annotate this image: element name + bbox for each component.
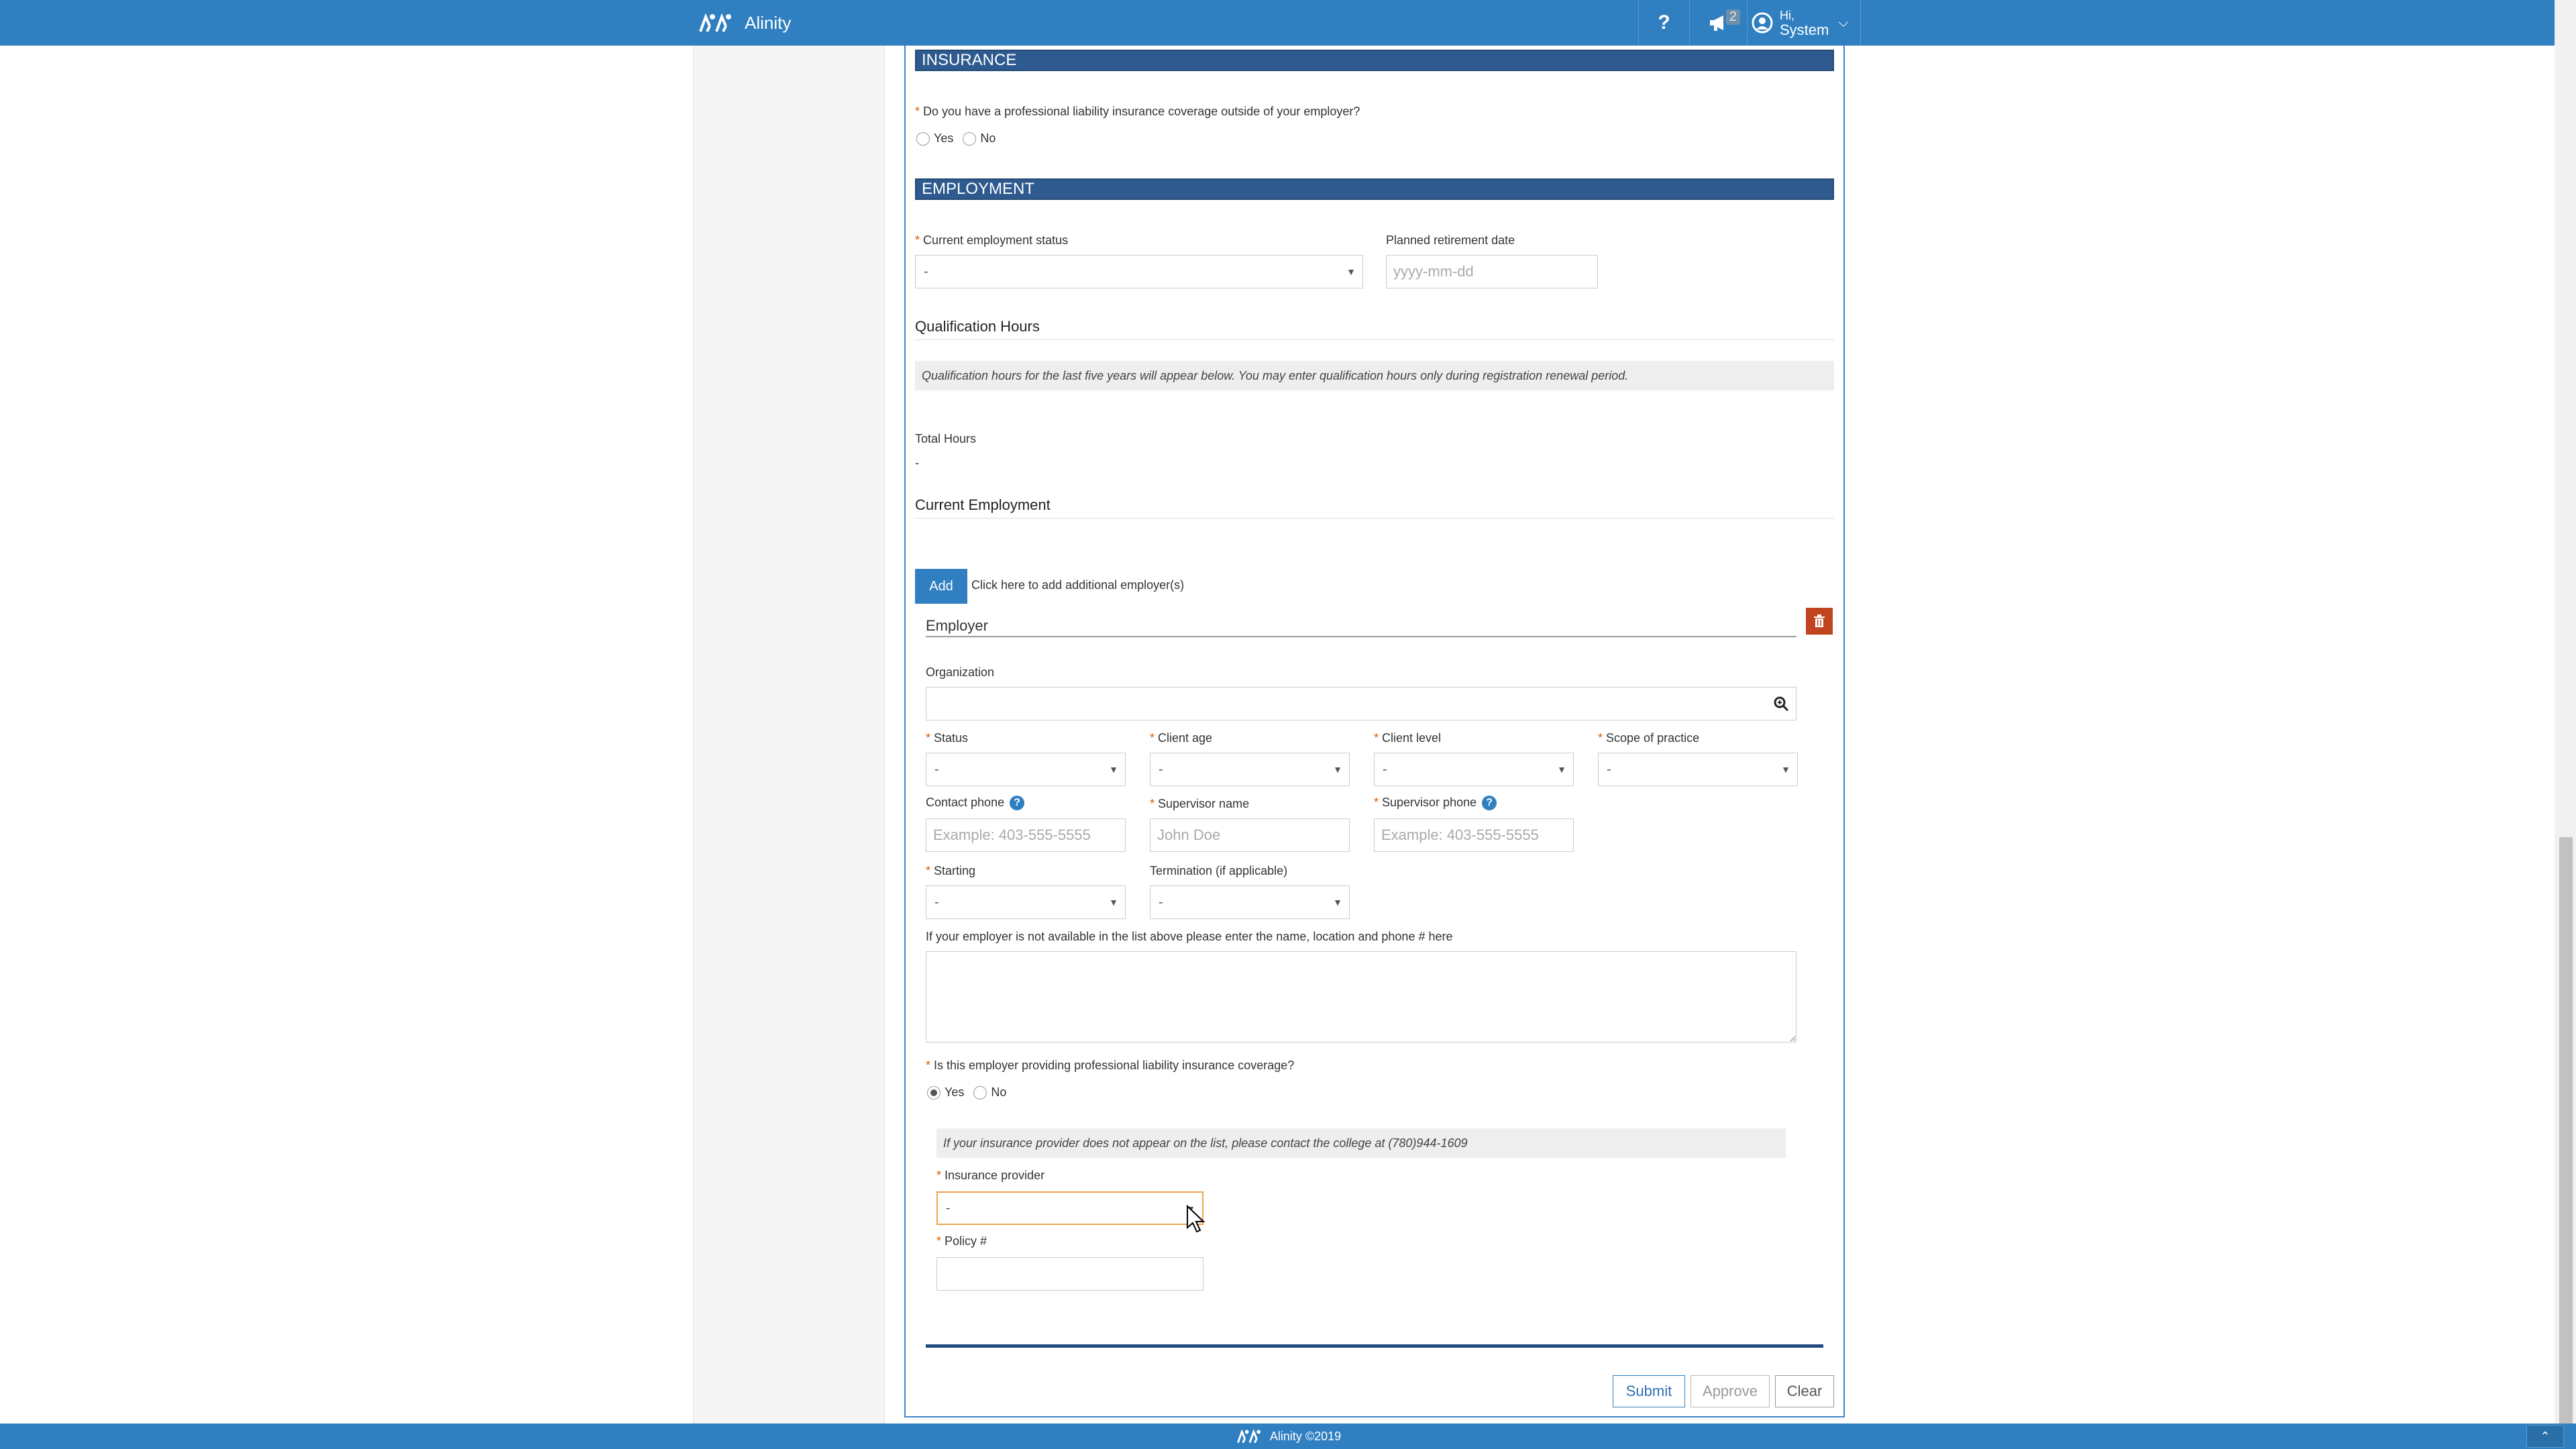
- status-label: * Status: [926, 731, 969, 745]
- dropdown-arrow-icon: ▼: [1109, 897, 1118, 908]
- supervisor-name-input[interactable]: [1150, 818, 1350, 852]
- supervisor-phone-label: * Supervisor phone?: [1374, 796, 1497, 811]
- employment-status-label: * Current employment status: [915, 233, 1069, 247]
- qualification-hours-heading: Qualification Hours: [915, 318, 1834, 340]
- dropdown-arrow-icon: ▼: [1557, 764, 1566, 775]
- organization-search-input[interactable]: [926, 687, 1796, 720]
- form-divider: [926, 1344, 1823, 1348]
- insurance-no-label: No: [980, 131, 996, 145]
- coverage-question-label: * Is this employer providing professional…: [926, 1059, 1295, 1072]
- user-name: System: [1780, 21, 1829, 38]
- client-level-label: * Client level: [1374, 731, 1442, 745]
- client-age-select[interactable]: - ▼: [1150, 753, 1350, 786]
- notification-count-badge: 2: [1725, 9, 1740, 25]
- employer-notes-label: If your employer is not available in the…: [926, 930, 1453, 943]
- coverage-no-label: No: [991, 1085, 1007, 1099]
- trash-icon: [1814, 614, 1825, 627]
- add-employer-hint: Click here to add additional employer(s): [971, 578, 1185, 592]
- notifications-button[interactable]: 2: [1689, 0, 1747, 46]
- supervisor-name-label: * Supervisor name: [1150, 797, 1250, 810]
- user-menu-button[interactable]: Hi, System ⌵: [1747, 0, 1861, 46]
- brand-name: Alinity: [745, 12, 792, 33]
- mouse-cursor-icon: [1187, 1205, 1205, 1233]
- organization-label: Organization: [926, 665, 995, 679]
- retirement-date-input[interactable]: [1386, 255, 1598, 288]
- starting-label: * Starting: [926, 864, 976, 877]
- retirement-date-label: Planned retirement date: [1386, 233, 1515, 247]
- footer-copyright: Alinity ©2019: [1269, 1429, 1342, 1443]
- search-icon[interactable]: [1773, 696, 1789, 712]
- brand-logo[interactable]: Alinity: [698, 0, 791, 46]
- starting-select[interactable]: - ▼: [926, 885, 1126, 919]
- scope-of-practice-select[interactable]: - ▼: [1598, 753, 1798, 786]
- dropdown-arrow-icon: ▼: [1109, 764, 1118, 775]
- client-level-select[interactable]: - ▼: [1374, 753, 1574, 786]
- coverage-radio-group: Yes No: [927, 1085, 1016, 1099]
- employment-status-select[interactable]: - ▼: [915, 255, 1363, 288]
- coverage-yes-label: Yes: [945, 1085, 965, 1099]
- dropdown-arrow-icon: ▼: [1333, 897, 1342, 908]
- insurance-radio-group: Yes No: [916, 131, 1005, 146]
- approve-button[interactable]: Approve: [1690, 1375, 1770, 1407]
- delete-employer-button[interactable]: [1806, 608, 1833, 635]
- termination-select[interactable]: - ▼: [1150, 885, 1350, 919]
- provider-info-box: If your insurance provider does not appe…: [936, 1128, 1786, 1158]
- help-icon[interactable]: ?: [1482, 796, 1497, 811]
- employment-section-header: EMPLOYMENT: [915, 178, 1834, 200]
- left-sidebar-panel: [693, 46, 885, 1424]
- help-button[interactable]: ?: [1638, 0, 1689, 46]
- insurance-question-label: * Do you have a professional liability in…: [915, 105, 1360, 118]
- dropdown-arrow-icon: ▼: [1781, 764, 1790, 775]
- supervisor-phone-input[interactable]: [1374, 818, 1574, 852]
- insurance-provider-select[interactable]: -▼: [936, 1191, 1203, 1225]
- required-marker: *: [915, 105, 920, 118]
- coverage-yes-radio[interactable]: [927, 1085, 941, 1099]
- clear-button[interactable]: Clear: [1775, 1375, 1834, 1407]
- dropdown-arrow-icon: ▼: [1346, 266, 1356, 277]
- contact-phone-input[interactable]: [926, 818, 1126, 852]
- policy-number-label: * Policy #: [936, 1234, 987, 1248]
- total-hours-label: Total Hours: [915, 432, 977, 445]
- client-age-label: * Client age: [1150, 731, 1213, 745]
- coverage-no-radio[interactable]: [973, 1085, 987, 1099]
- scrollbar-thumb[interactable]: [2559, 837, 2573, 1424]
- insurance-provider-label: * Insurance provider: [936, 1169, 1045, 1182]
- alinity-logo-icon: [1236, 1429, 1260, 1444]
- employer-notes-textarea[interactable]: [926, 951, 1796, 1042]
- submit-button[interactable]: Submit: [1613, 1375, 1685, 1407]
- help-icon[interactable]: ?: [1010, 796, 1025, 811]
- add-employer-button[interactable]: Add: [915, 569, 967, 604]
- contact-phone-label: Contact phone?: [926, 796, 1025, 811]
- dropdown-arrow-icon: ▼: [1333, 764, 1342, 775]
- page-footer: Alinity ©2019: [0, 1424, 2576, 1449]
- insurance-yes-radio[interactable]: [916, 131, 930, 146]
- termination-label: Termination (if applicable): [1150, 864, 1288, 877]
- scroll-to-top-button[interactable]: ⌃: [2526, 1425, 2564, 1448]
- total-hours-value: -: [915, 456, 919, 470]
- user-greeting: Hi,: [1780, 9, 1794, 22]
- insurance-no-radio[interactable]: [963, 131, 977, 146]
- help-icon: ?: [1658, 11, 1670, 34]
- qualification-info-box: Qualification hours for the last five ye…: [915, 361, 1834, 390]
- double-chevron-up-icon: ⌃: [2540, 1429, 2551, 1443]
- insurance-section-header: INSURANCE: [915, 50, 1834, 71]
- insurance-yes-label: Yes: [934, 131, 954, 145]
- user-icon: [1752, 12, 1773, 34]
- current-employment-heading: Current Employment: [915, 496, 1834, 519]
- alinity-logo-icon: [699, 13, 731, 32]
- status-select[interactable]: - ▼: [926, 753, 1126, 786]
- chevron-down-icon: ⌵: [1838, 15, 1849, 30]
- top-navbar: Alinity ? 2 Hi, System ⌵: [0, 0, 2576, 46]
- scope-of-practice-label: * Scope of practice: [1598, 731, 1700, 745]
- policy-number-input[interactable]: [936, 1257, 1203, 1291]
- employer-section-title: Employer: [926, 617, 1796, 637]
